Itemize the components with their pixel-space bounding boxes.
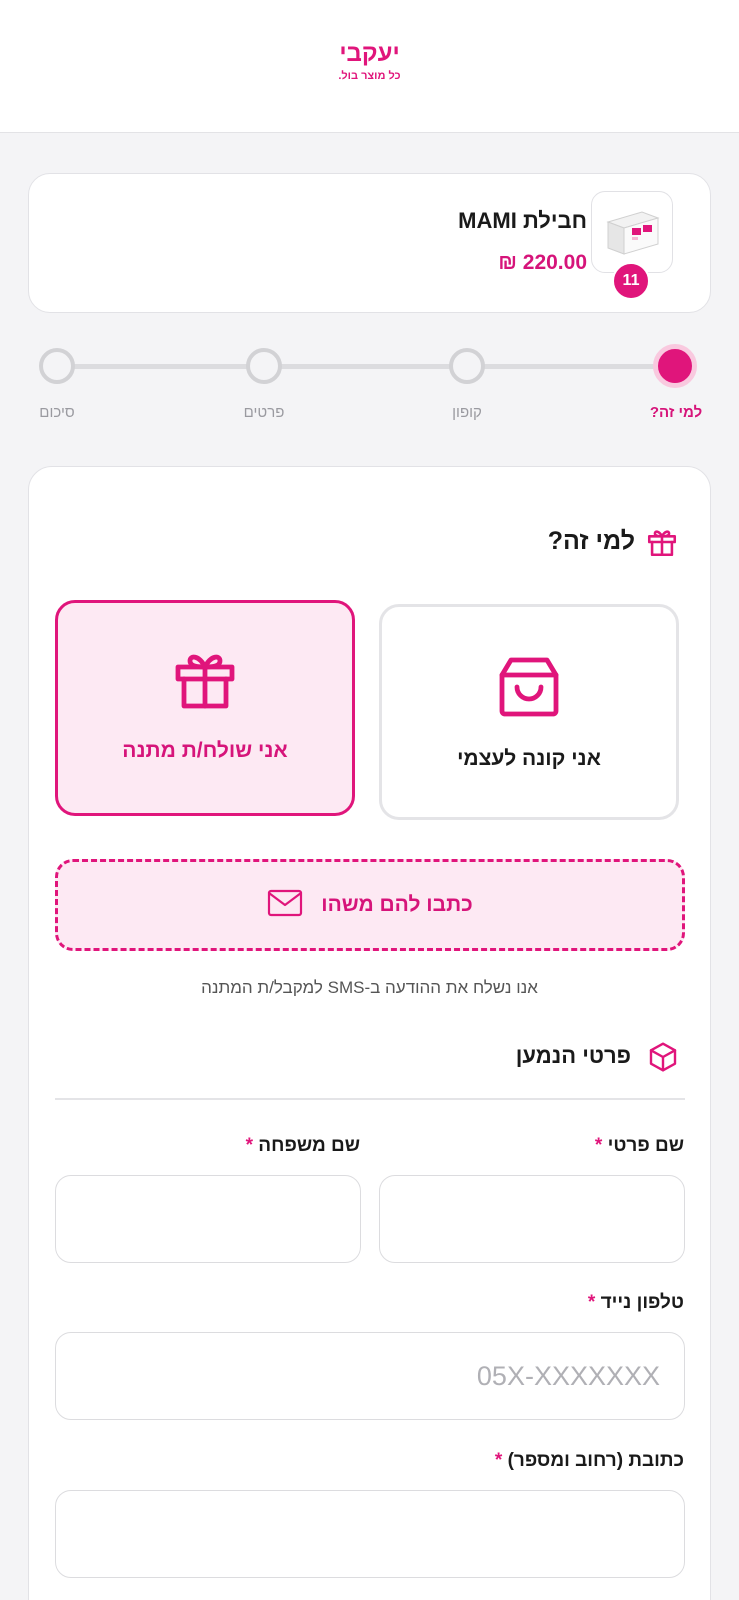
product-price: 220.00 ₪: [498, 251, 587, 274]
who-section-title: למי זה?: [547, 527, 635, 555]
product-box-icon: [606, 211, 660, 255]
package-box-icon: [647, 1041, 679, 1078]
envelope-icon: [267, 889, 303, 922]
step-label-who[interactable]: למי זה?: [650, 404, 702, 421]
stepper-track: [62, 364, 677, 369]
first-name-label-text: שם פרטי: [607, 1135, 684, 1156]
app-header: יעקבי כל מוצר בול.: [0, 0, 739, 133]
sms-note: אנו נשלח את ההודעה ב-SMS למקבל/ת המתנה: [201, 978, 538, 997]
step-label-details[interactable]: פרטים: [244, 404, 285, 421]
required-mark: *: [594, 1135, 603, 1156]
last-name-field[interactable]: [55, 1175, 361, 1263]
shopping-bag-icon: [493, 651, 565, 728]
first-name-field[interactable]: [379, 1175, 685, 1263]
address-field[interactable]: [55, 1490, 685, 1578]
brand-logo[interactable]: יעקבי: [0, 40, 739, 68]
quantity-badge: 11: [612, 262, 650, 300]
option-gift-label: אני שולח/ת מתנה: [122, 739, 288, 762]
address-label: כתובת (רחוב ומספר) *: [495, 1450, 684, 1472]
option-self-label: אני קונה לעצמי: [457, 747, 601, 770]
option-buy-for-self[interactable]: אני קונה לעצמי: [379, 604, 679, 820]
phone-field[interactable]: [55, 1332, 685, 1420]
option-send-gift[interactable]: אני שולח/ת מתנה: [55, 600, 355, 816]
recipient-section-title: פרטי הנמען: [515, 1043, 631, 1068]
required-mark: *: [245, 1135, 254, 1156]
address-label-text: כתובת (רחוב ומספר): [507, 1450, 684, 1471]
phone-label-text: טלפון נייד: [600, 1292, 684, 1313]
product-image: [591, 191, 673, 273]
gift-icon: [645, 525, 679, 564]
step-label-summary[interactable]: סיכום: [39, 404, 74, 421]
first-name-label: שם פרטי *: [595, 1135, 684, 1157]
last-name-label-text: שם משפחה: [258, 1135, 360, 1156]
write-message-button[interactable]: כתבו להם משהו: [55, 859, 685, 951]
step-dot-who[interactable]: [653, 344, 697, 388]
gift-icon: [169, 643, 241, 720]
brand-tagline: כל מוצר בול.: [338, 70, 401, 82]
step-dot-details[interactable]: [246, 348, 282, 384]
section-divider: [55, 1098, 685, 1100]
required-mark: *: [494, 1450, 503, 1471]
step-dot-summary[interactable]: [39, 348, 75, 384]
write-message-label: כתבו להם משהו: [321, 893, 473, 916]
step-label-coupon[interactable]: קופון: [452, 404, 482, 421]
step-dot-coupon[interactable]: [449, 348, 485, 384]
required-mark: *: [587, 1292, 596, 1313]
phone-label: טלפון נייד *: [588, 1292, 684, 1314]
product-name: חבילת MAMI: [458, 208, 587, 233]
last-name-label: שם משפחה *: [246, 1135, 360, 1157]
